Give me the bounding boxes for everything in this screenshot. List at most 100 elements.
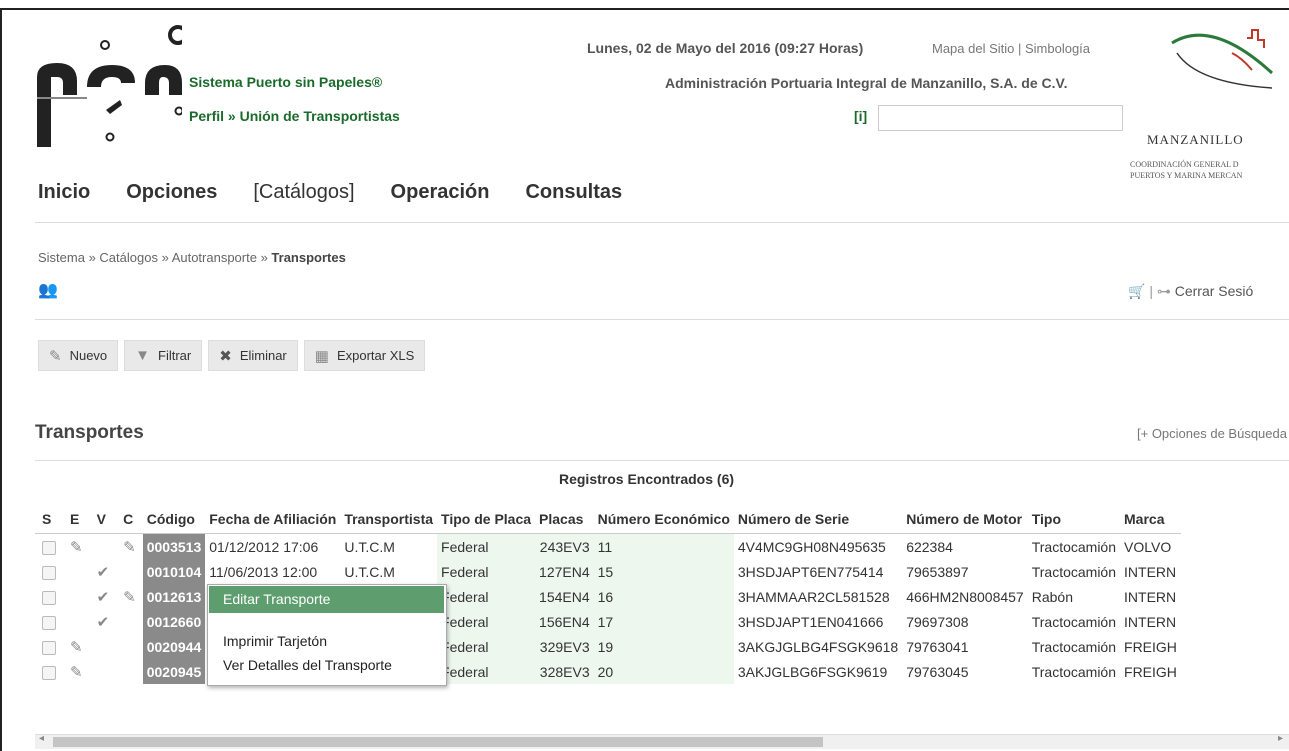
codigo-cell[interactable]: 0010104	[142, 559, 206, 584]
codigo-cell[interactable]: 0003513	[142, 533, 206, 559]
filtrar-button[interactable]: ▼ Filtrar	[124, 340, 203, 371]
c-cell: ✎	[116, 534, 143, 560]
nav-catalogos[interactable]: [Catálogos]	[253, 181, 354, 204]
motor-cell: 79697308	[906, 613, 969, 630]
c-cell	[116, 559, 143, 584]
cart-icon[interactable]: 🛒	[1128, 283, 1145, 299]
row-checkbox[interactable]	[42, 640, 56, 655]
motor-cell: 79763041	[906, 638, 969, 655]
brand-name: MANZANILLO	[1147, 132, 1244, 147]
menu-item-editar-transporte[interactable]: Editar Transporte	[223, 591, 330, 607]
edit-icon[interactable]: ✎	[70, 639, 83, 656]
edit-cell	[63, 584, 90, 609]
nav-operacion[interactable]: Operación	[391, 181, 490, 204]
horizontal-scrollbar[interactable]: ◂ ▸	[35, 733, 1289, 749]
column-header[interactable]: Transportista	[340, 505, 438, 534]
table-header-row: S E V C Código Fecha de Afiliación Transportis…	[35, 505, 1181, 534]
scroll-right-icon[interactable]: ▸	[1278, 733, 1283, 744]
codigo-cell[interactable]: 0012613	[142, 584, 206, 609]
search-options-link[interactable]: [+ Opciones de Búsqueda	[1137, 426, 1287, 441]
column-header[interactable]: V	[89, 505, 117, 534]
row-checkbox[interactable]	[42, 615, 56, 630]
exportar-button[interactable]: ▦ Exportar XLS	[303, 340, 426, 371]
column-header[interactable]: Tipo de Placa	[437, 505, 536, 534]
edit-icon[interactable]: ✎	[70, 539, 83, 556]
delete-icon: ✖	[219, 347, 232, 365]
filtrar-label: Filtrar	[158, 348, 192, 363]
edit-icon: ✎	[49, 347, 62, 365]
check-icon: ✔	[96, 563, 110, 581]
codigo-cell[interactable]: 0012660	[142, 609, 206, 634]
logout-area: 🛒 | ⊶ Cerrar Sesió	[1128, 283, 1254, 299]
edit-cell	[63, 609, 90, 634]
nav-inicio[interactable]: Inicio	[38, 181, 90, 204]
row-checkbox[interactable]	[42, 540, 56, 555]
column-header[interactable]: Tipo	[1027, 505, 1121, 534]
column-header[interactable]: Marca	[1120, 505, 1181, 534]
nav-consultas[interactable]: Consultas	[525, 181, 622, 204]
divider	[35, 222, 1289, 223]
column-header[interactable]: Número de Serie	[733, 505, 903, 534]
scrollbar-thumb[interactable]	[53, 737, 823, 747]
tipo-placa-cell: Federal	[437, 559, 536, 584]
menu-item-ver-detalles[interactable]: Ver Detalles del Transporte	[223, 657, 392, 673]
column-header[interactable]: S	[35, 505, 63, 534]
edit-icon[interactable]: ✎	[70, 664, 83, 681]
row-checkbox[interactable]	[42, 665, 56, 680]
edit-cell: ✎	[63, 634, 90, 659]
info-link[interactable]: [i]	[854, 108, 867, 124]
table-row[interactable]: ✔ 0010104 11/06/2013 12:00 U.T.C.M Federal 12…	[35, 559, 1181, 584]
exportar-label: Exportar XLS	[336, 348, 415, 363]
serie-cell: 3HSDJAPT6EN775414	[737, 563, 884, 580]
logout-link[interactable]: Cerrar Sesió	[1175, 283, 1254, 299]
table-row[interactable]: ✎ ✎ 0003513 01/12/2012 17:06 U.T.C.M Federal 2…	[35, 533, 1181, 560]
codigo-cell[interactable]: 0020944	[142, 634, 206, 659]
codigo-cell[interactable]: 0020945	[142, 659, 206, 684]
edit-cell: ✎	[63, 659, 90, 684]
filter-icon: ▼	[135, 347, 151, 364]
nav-opciones[interactable]: Opciones	[126, 181, 217, 204]
tipo-cell: Rabón	[1031, 588, 1073, 605]
verified-cell: ✔	[90, 584, 117, 609]
brand-subtitle: COORDINACIÓN GENERAL D PUERTOS Y MARINA …	[1130, 159, 1289, 181]
c-cell: ✎	[116, 584, 143, 609]
tipo-placa-cell: Federal	[437, 584, 536, 609]
menu-item-imprimir-tarjeton[interactable]: Imprimir Tarjetón	[223, 633, 327, 649]
column-header[interactable]: E	[63, 505, 90, 534]
row-checkbox[interactable]	[42, 565, 56, 580]
serie-cell: 3AKGJGLBG4FSGK9618	[737, 638, 899, 655]
economico-cell: 17	[593, 609, 734, 634]
tipo-placa-cell: Federal	[437, 533, 536, 559]
edit-icon[interactable]: ✎	[123, 539, 136, 556]
column-header[interactable]: Placas	[535, 505, 594, 534]
scroll-left-icon[interactable]: ◂	[39, 733, 44, 744]
top-links[interactable]: Mapa del Sitio | Simbología	[932, 41, 1090, 56]
breadcrumb-path[interactable]: Sistema » Catálogos » Autotransporte »	[38, 250, 271, 265]
psp-logo[interactable]	[32, 25, 188, 155]
eliminar-button[interactable]: ✖ Eliminar	[208, 340, 298, 371]
row-checkbox[interactable]	[42, 590, 56, 605]
key-icon: ⊶	[1156, 283, 1171, 299]
users-icon: 👥	[38, 282, 58, 299]
motor-cell: 79653897	[906, 563, 969, 580]
placas-cell: 243EV3	[535, 533, 594, 559]
verified-cell	[90, 634, 117, 659]
column-header[interactable]: Fecha de Afiliación	[205, 505, 341, 534]
placas-cell: 127EN4	[535, 559, 594, 584]
edit-icon[interactable]: ✎	[123, 589, 136, 606]
column-header[interactable]: Número de Motor	[902, 505, 1028, 534]
divider	[35, 319, 1289, 320]
serie-cell: 3AKJGLBG6FSGK9619	[737, 663, 888, 680]
fecha-cell: 11/06/2013 12:00	[209, 563, 318, 580]
economico-cell: 20	[593, 659, 734, 684]
perfil-link[interactable]: Perfil » Unión de Transportistas	[189, 108, 400, 124]
search-input[interactable]	[878, 105, 1123, 131]
serie-cell: 3HAMMAAR2CL581528	[737, 588, 890, 605]
column-header[interactable]: Número Económico	[593, 505, 734, 534]
motor-cell: 79763045	[906, 663, 969, 680]
nuevo-button[interactable]: ✎ Nuevo	[38, 340, 119, 371]
column-header[interactable]: C	[116, 505, 143, 534]
column-header[interactable]: Código	[142, 505, 206, 534]
tipo-cell: Tractocamión	[1031, 663, 1117, 680]
marca-cell: INTERN	[1124, 613, 1177, 630]
